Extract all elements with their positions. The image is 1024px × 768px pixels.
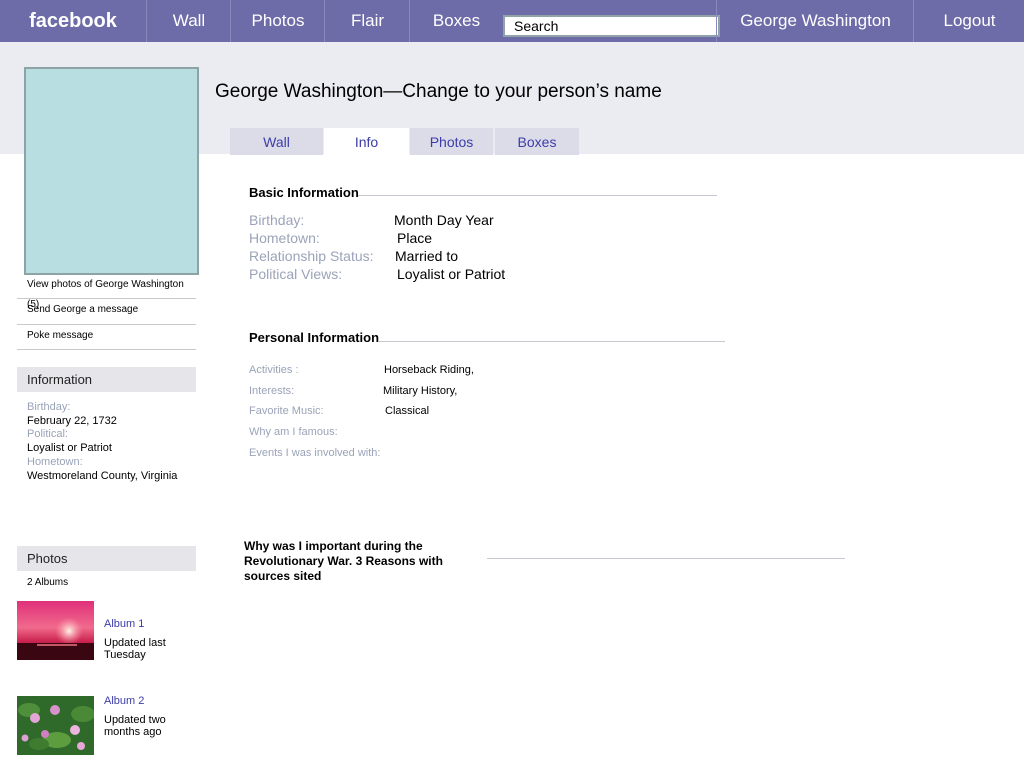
sidebar-birthday-label: Birthday: (27, 401, 71, 413)
poke-link[interactable]: Poke message (17, 325, 196, 350)
personal-music-value: Classical (385, 405, 430, 417)
album-1-updated: Updated last Tuesday (104, 637, 166, 661)
logout-link[interactable]: Logout (913, 0, 1024, 42)
importance-divider (487, 558, 845, 559)
nav-boxes[interactable]: Boxes (409, 0, 503, 42)
personal-events-label: Events I was involved with: (249, 447, 381, 459)
personal-activities-label: Activities : (249, 364, 299, 376)
nav-flair[interactable]: Flair (324, 0, 410, 42)
personal-info-divider (378, 341, 725, 342)
personal-interests-label: Interests: (249, 385, 295, 397)
sidebar-political-label: Political: (27, 428, 68, 440)
sidebar-hometown-value: Westmoreland County, Virginia (27, 470, 178, 482)
basic-info-divider (358, 195, 717, 196)
importance-title: Why was I important during the Revolutio… (244, 539, 443, 583)
album-2-thumbnail[interactable] (17, 696, 94, 755)
album-1-thumbnail[interactable] (17, 601, 94, 660)
sidebar-political-value: Loyalist or Patriot (27, 442, 112, 454)
send-message-link[interactable]: Send George a message (17, 299, 196, 325)
album-1-link[interactable]: Album 1 (104, 618, 144, 630)
basic-political-value: Loyalist or Patriot (397, 266, 506, 282)
page-title: George Washington—Change to your person’… (215, 81, 662, 102)
album-2-updated: Updated two months ago (104, 714, 166, 738)
search-input[interactable] (503, 15, 720, 37)
basic-political-label: Political Views: (249, 266, 343, 282)
album-2-link[interactable]: Album 2 (104, 695, 144, 707)
information-header: Information (17, 367, 196, 392)
albums-count: 2 Albums (27, 577, 69, 588)
nav-wall[interactable]: Wall (146, 0, 231, 42)
photos-header: Photos (17, 546, 196, 571)
basic-birthday-label: Birthday: (249, 212, 305, 228)
sidebar-hometown-label: Hometown: (27, 456, 83, 468)
basic-hometown-label: Hometown: (249, 230, 320, 246)
tab-info[interactable]: Info (324, 128, 409, 155)
tab-boxes[interactable]: Boxes (495, 128, 579, 155)
basic-birthday-value: Month Day Year (394, 212, 494, 228)
sidebar-birthday-value: February 22, 1732 (27, 415, 117, 427)
tab-photos[interactable]: Photos (410, 128, 493, 155)
basic-relationship-value: Married to (395, 248, 459, 264)
personal-info-title: Personal Information (249, 330, 380, 345)
tab-wall[interactable]: Wall (230, 128, 323, 155)
personal-music-label: Favorite Music: (249, 405, 324, 417)
personal-interests-value: Military History, (383, 385, 458, 397)
basic-relationship-label: Relationship Status: (249, 248, 374, 264)
basic-info-title: Basic Information (249, 185, 359, 200)
personal-famous-label: Why am I famous: (249, 426, 338, 438)
facebook-logo[interactable]: facebook (0, 0, 146, 42)
nav-photos[interactable]: Photos (230, 0, 325, 42)
top-nav-bar: facebook Wall Photos Flair Boxes George … (0, 0, 1024, 42)
view-photos-link[interactable]: View photos of George Washington (5) (17, 275, 196, 310)
profile-picture[interactable] (24, 67, 199, 275)
personal-activities-value: Horseback Riding, (384, 364, 474, 376)
basic-hometown-value: Place (397, 230, 433, 246)
nav-user-name[interactable]: George Washington (716, 0, 914, 42)
